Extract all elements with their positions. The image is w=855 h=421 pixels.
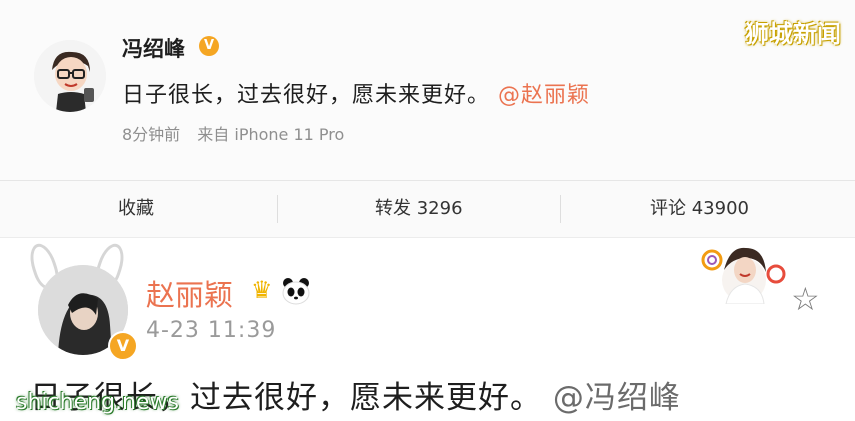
panda-icon	[282, 278, 310, 305]
author-name[interactable]: 冯绍峰	[122, 33, 185, 63]
sticker-image	[701, 247, 786, 304]
post-content: 日子很长，过去很好，愿未来更好。	[122, 83, 491, 108]
crown-icon: ♛	[251, 276, 273, 304]
post-source: 来自 iPhone 11 Pro	[197, 125, 345, 144]
original-post: 冯绍峰 V 日子很长，过去很好，愿未来更好。 @赵丽颖 8分钟前 来自 iPho…	[0, 0, 855, 180]
comment-button[interactable]: 评论 43900	[650, 181, 749, 237]
post-time: 8分钟前	[122, 125, 181, 144]
post-time: 4-23 11:39	[146, 318, 277, 343]
repost-button[interactable]: 转发 3296	[375, 181, 463, 237]
mention-link[interactable]: @赵丽颖	[498, 83, 590, 108]
watermark-url: shicheng.news	[16, 390, 179, 415]
action-bar: 收藏 转发 3296 评论 43900	[0, 181, 855, 238]
post-text: 日子很长，过去很好，愿未来更好。 @赵丽颖	[122, 77, 590, 109]
star-icon[interactable]: ☆	[791, 280, 820, 318]
verified-badge-icon: V	[108, 331, 138, 361]
mention-link[interactable]: @冯绍峰	[553, 380, 681, 416]
author-avatar[interactable]	[34, 40, 106, 112]
verified-badge-icon: V	[199, 36, 219, 56]
post-meta: 8分钟前 来自 iPhone 11 Pro	[122, 121, 356, 145]
watermark-logo: 狮城新闻	[745, 20, 841, 48]
cartoon-avatar-icon	[34, 40, 106, 112]
author-avatar[interactable]: V	[20, 240, 138, 361]
divider	[277, 195, 278, 223]
divider	[560, 195, 561, 223]
author-name[interactable]: 赵丽颖	[146, 272, 233, 314]
collect-button[interactable]: 收藏	[118, 181, 154, 237]
